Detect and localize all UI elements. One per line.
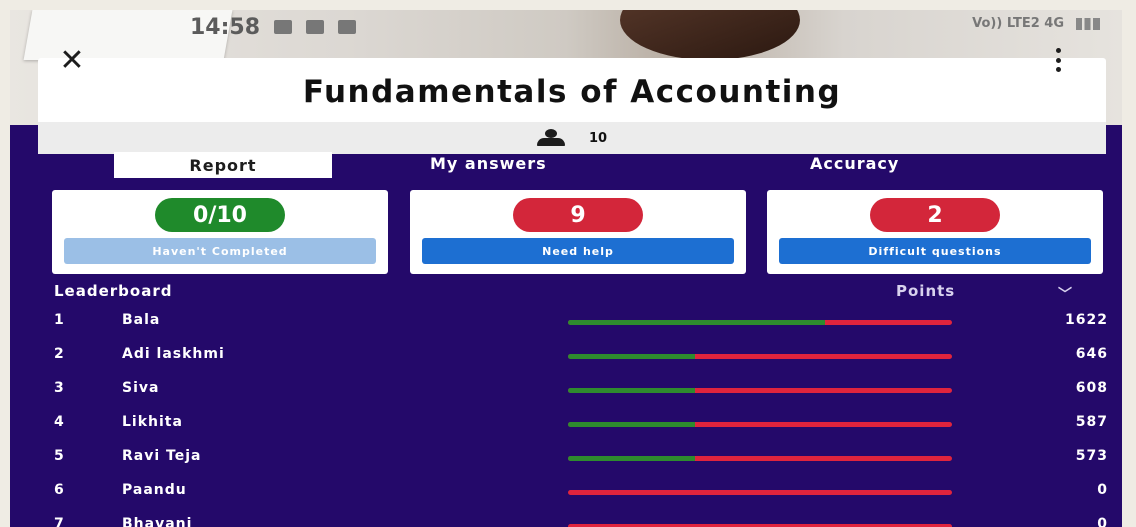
player-name: Paandu [122, 482, 187, 498]
stat-label: Difficult questions [779, 238, 1091, 264]
stat-label: Haven't Completed [64, 238, 376, 264]
person-image [620, 10, 800, 60]
page-title: Fundamentals of Accounting [302, 74, 842, 110]
player-name: Likhita [122, 414, 183, 430]
rank-number: 2 [54, 346, 64, 362]
stat-value: 9 [513, 198, 643, 232]
rank-number: 1 [54, 312, 64, 328]
player-name: Siva [122, 380, 160, 396]
stat-card-need-help[interactable]: 9 Need help [410, 190, 746, 274]
stat-card-difficult-questions[interactable]: 2 Difficult questions [767, 190, 1103, 274]
leaderboard-row[interactable]: 4 Likhita 587 [10, 414, 1122, 438]
player-name: Bala [122, 312, 161, 328]
app-screen: 14:58 Vo)) LTE2 4G ✕ Fundamentals of Acc… [10, 10, 1122, 527]
stat-label: Need help [422, 238, 734, 264]
player-points: 608 [1075, 380, 1108, 396]
leaderboard-row[interactable]: 6 Paandu 0 [10, 482, 1122, 506]
player-points: 573 [1075, 448, 1108, 464]
tab-my-answers[interactable]: My answers [430, 154, 547, 173]
leaderboard-row[interactable]: 3 Siva 608 [10, 380, 1122, 404]
accuracy-bar-correct [568, 388, 695, 393]
rank-number: 3 [54, 380, 64, 396]
accuracy-bar-correct [568, 354, 695, 359]
leaderboard-row[interactable]: 7 Bhavani 0 [10, 516, 1122, 527]
more-vert-icon[interactable] [1048, 48, 1068, 72]
leaderboard-title: Leaderboard [54, 282, 173, 300]
accuracy-bar [568, 490, 952, 495]
image-icon [274, 20, 293, 34]
accuracy-bar-correct [568, 456, 695, 461]
message-icon [338, 20, 357, 34]
close-icon[interactable]: ✕ [54, 46, 90, 76]
player-points: 0 [1097, 516, 1108, 527]
network-label: Vo)) LTE2 4G [972, 16, 1064, 31]
rank-number: 7 [54, 516, 64, 527]
player-points: 0 [1097, 482, 1108, 498]
status-time: 14:58 [190, 14, 261, 40]
status-bar: 14:58 [190, 14, 357, 40]
signal-icon [1076, 17, 1100, 30]
leaderboard-header: Leaderboard Points ﹀ [10, 282, 1122, 304]
stat-value: 2 [870, 198, 1000, 232]
accuracy-bar [568, 354, 952, 359]
status-indicators: Vo)) LTE2 4G [972, 16, 1100, 31]
accuracy-bar-correct [568, 422, 695, 427]
report-tabs: Report My answers Accuracy [10, 150, 1122, 190]
chevron-down-icon[interactable]: ﹀ [1058, 284, 1072, 304]
player-name: Adi laskhmi [122, 346, 225, 362]
stat-card-not-completed[interactable]: 0/10 Haven't Completed [52, 190, 388, 274]
accuracy-bar [568, 388, 952, 393]
accuracy-bar [568, 456, 952, 461]
sort-dropdown-label[interactable]: Points [896, 282, 955, 300]
rank-number: 4 [54, 414, 64, 430]
leaderboard-row[interactable]: 1 Bala 1622 [10, 312, 1122, 336]
accuracy-bar [568, 320, 952, 325]
leaderboard-row[interactable]: 5 Ravi Teja 573 [10, 448, 1122, 472]
tab-accuracy[interactable]: Accuracy [810, 154, 899, 173]
notification-icon [306, 20, 325, 34]
rank-number: 6 [54, 482, 64, 498]
accuracy-bar-correct [568, 320, 826, 325]
player-name: Bhavani [122, 516, 193, 527]
player-points: 1622 [1065, 312, 1108, 328]
user-icon [536, 129, 567, 147]
tab-report[interactable]: Report [114, 152, 332, 178]
accuracy-bar [568, 422, 952, 427]
player-points: 646 [1075, 346, 1108, 362]
rank-number: 5 [54, 448, 64, 464]
participant-count: 10 [588, 130, 608, 146]
stat-value: 0/10 [155, 198, 285, 232]
leaderboard-row[interactable]: 2 Adi laskhmi 646 [10, 346, 1122, 370]
player-name: Ravi Teja [122, 448, 202, 464]
player-points: 587 [1075, 414, 1108, 430]
